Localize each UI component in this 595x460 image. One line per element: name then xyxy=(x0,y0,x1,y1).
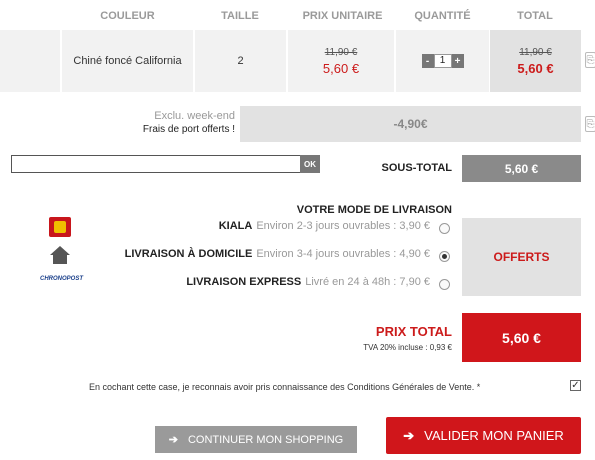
col-header-couleur: COULEUR xyxy=(100,10,155,22)
continue-shopping-button[interactable]: ➔ CONTINUER MON SHOPPING xyxy=(155,426,357,453)
col-header-total: TOTAL xyxy=(517,10,553,22)
col-header-quantite: QUANTITÉ xyxy=(414,10,471,22)
col-header-taille: TAILLE xyxy=(221,10,259,22)
continue-shopping-label: CONTINUER MON SHOPPING xyxy=(187,433,344,446)
item-size: 2 xyxy=(195,30,286,92)
item-color: Chiné foncé California xyxy=(62,30,193,92)
quantity-cell: - 1 + xyxy=(396,30,489,92)
qty-input[interactable]: 1 xyxy=(433,54,452,68)
promo-code-input[interactable] xyxy=(11,155,301,173)
delivery-option-express[interactable]: LIVRAISON EXPRESS Livré en 24 à 48h : 7,… xyxy=(95,276,430,288)
delivery-name-kiala: KIALA xyxy=(218,220,253,232)
promo-ok-button[interactable]: OK xyxy=(300,155,320,173)
quantity-stepper: - 1 + xyxy=(421,54,464,68)
discount-label-block: Exclu. week-end Frais de port offerts ! xyxy=(90,110,235,136)
delivery-desc-kiala: Environ 2-3 jours ouvrables : 3,90 € xyxy=(256,220,430,232)
product-thumbnail-cell xyxy=(0,30,60,92)
tva-info: TVA 20% incluse : 0,93 € xyxy=(363,343,452,352)
radio-express[interactable] xyxy=(439,279,450,290)
delivery-title: VOTRE MODE DE LIVRAISON xyxy=(296,204,452,216)
chronopost-logo-icon: CHRONOPOST xyxy=(40,276,84,282)
remove-discount-icon[interactable]: ⎘ xyxy=(585,116,595,132)
delivery-name-home: LIVRAISON À DOMICILE xyxy=(124,248,253,260)
delivery-desc-express: Livré en 24 à 48h : 7,90 € xyxy=(305,276,430,288)
subtotal-label: SOUS-TOTAL xyxy=(381,162,452,174)
unit-old-price: 11,90 € xyxy=(324,47,358,58)
validate-cart-label: VALIDER MON PANIER xyxy=(424,428,564,443)
total-old-price: 11,90 € xyxy=(519,47,552,58)
validate-cart-button[interactable]: ➔ VALIDER MON PANIER xyxy=(386,417,581,454)
unit-new-price: 5,60 € xyxy=(322,61,360,76)
delivery-desc-home: Environ 3-4 jours ouvrables : 4,90 € xyxy=(256,248,430,260)
total-label: PRIX TOTAL xyxy=(375,324,452,339)
cgv-text: En cochant cette case, je reconnais avoi… xyxy=(89,382,481,392)
discount-label: Exclu. week-end xyxy=(154,110,235,122)
arrow-right-icon: ➔ xyxy=(403,427,415,443)
arrow-right-icon: ➔ xyxy=(168,434,178,446)
discount-value: -4,90€ xyxy=(240,106,581,142)
total-new-price: 5,60 € xyxy=(517,61,554,76)
radio-kiala[interactable] xyxy=(439,223,450,234)
discount-sub: Frais de port offerts ! xyxy=(142,124,235,135)
qty-minus-button[interactable]: - xyxy=(421,54,434,68)
total-price-cell: 11,90 € 5,60 € xyxy=(490,30,581,92)
unit-price-cell: 11,90 € 5,60 € xyxy=(288,30,394,92)
shipping-offerts-badge: OFFERTS xyxy=(462,218,581,296)
delivery-name-express: LIVRAISON EXPRESS xyxy=(186,276,302,288)
radio-home[interactable] xyxy=(439,251,450,262)
subtotal-value: 5,60 € xyxy=(462,155,581,182)
cgv-checkbox[interactable]: ✓ xyxy=(570,380,581,391)
home-icon xyxy=(49,244,71,266)
total-value: 5,60 € xyxy=(462,313,581,362)
kiala-logo-icon xyxy=(49,217,71,237)
delete-item-icon[interactable]: ⎘ xyxy=(585,52,595,68)
delivery-option-home[interactable]: LIVRAISON À DOMICILE Environ 3-4 jours o… xyxy=(95,248,430,260)
qty-plus-button[interactable]: + xyxy=(451,54,464,68)
delivery-option-kiala[interactable]: KIALA Environ 2-3 jours ouvrables : 3,90… xyxy=(95,220,430,232)
col-header-prix-unitaire: PRIX UNITAIRE xyxy=(302,10,383,22)
